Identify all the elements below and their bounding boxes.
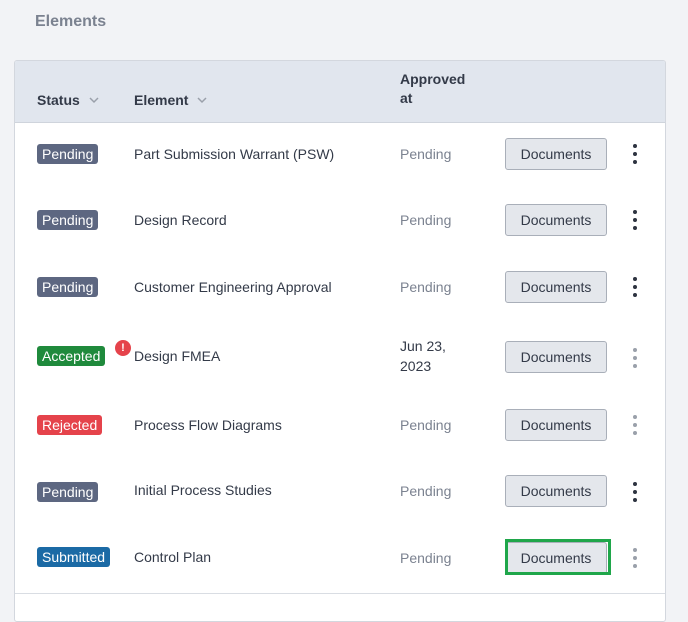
status-badge: Pending <box>37 482 99 502</box>
column-header-status-label: Status <box>37 92 80 108</box>
approved-date-line1: Jun 23, <box>400 338 446 354</box>
column-header-element[interactable]: Element <box>134 92 208 108</box>
kebab-menu-icon[interactable] <box>629 348 641 368</box>
approved-at: Pending <box>400 279 452 295</box>
kebab-menu-icon[interactable] <box>629 210 641 230</box>
status-badge: Pending <box>37 210 99 230</box>
table-row: Pending Part Submission Warrant (PSW) Pe… <box>15 123 665 190</box>
element-name: Control Plan <box>134 549 212 565</box>
table-row: Pending Customer Engineering Approval Pe… <box>15 255 665 323</box>
documents-button[interactable]: Documents <box>505 271 607 303</box>
elements-table: Status Element Approved at Pending Part … <box>14 60 666 622</box>
status-badge: Pending <box>37 144 99 164</box>
status-badge: Rejected <box>37 415 103 435</box>
table-row: Rejected Process Flow Diagrams Pending D… <box>15 394 665 461</box>
documents-button[interactable]: Documents <box>505 409 607 441</box>
exclamation-icon[interactable]: ! <box>115 340 131 356</box>
kebab-menu-icon[interactable] <box>629 482 641 502</box>
table-row: Accepted ! Design FMEA Jun 23, 2023 Docu… <box>15 322 665 395</box>
table-row: Submitted Control Plan Pending Documents <box>15 527 665 594</box>
column-header-approved-line1: Approved <box>400 71 466 87</box>
approved-at: Pending <box>400 550 452 566</box>
status-badge: Accepted <box>37 346 106 366</box>
table-header: Status Element Approved at <box>15 61 665 123</box>
approved-at: Pending <box>400 417 452 433</box>
approved-at: Pending <box>400 146 452 162</box>
approved-at: Pending <box>400 483 452 499</box>
table-row: Pending Design Record Pending Documents <box>15 189 665 256</box>
column-header-approved-at: Approved at <box>400 70 490 108</box>
kebab-menu-icon[interactable] <box>629 277 641 297</box>
element-name: Customer Engineering Approval <box>134 279 332 295</box>
element-name: Process Flow Diagrams <box>134 417 282 433</box>
chevron-down-icon[interactable] <box>196 94 208 106</box>
kebab-menu-icon[interactable] <box>629 548 641 568</box>
documents-button[interactable]: Documents <box>505 341 607 373</box>
status-badge: Submitted <box>37 547 111 567</box>
column-header-status[interactable]: Status <box>37 92 100 108</box>
chevron-down-icon[interactable] <box>88 94 100 106</box>
kebab-menu-icon[interactable] <box>629 144 641 164</box>
table-row: Pending Initial Process Studies Pending … <box>15 460 665 528</box>
approved-at: Jun 23, 2023 <box>400 336 446 376</box>
column-header-approved-line2: at <box>400 90 413 106</box>
column-header-element-label: Element <box>134 92 189 108</box>
kebab-menu-icon[interactable] <box>629 415 641 435</box>
documents-button[interactable]: Documents <box>505 204 607 236</box>
status-badge: Pending <box>37 277 99 297</box>
element-name: Part Submission Warrant (PSW) <box>134 146 335 162</box>
documents-button[interactable]: Documents <box>505 138 607 170</box>
approved-at: Pending <box>400 212 452 228</box>
element-name: Design Record <box>134 212 227 228</box>
element-name: Design FMEA <box>134 348 221 364</box>
element-name: Initial Process Studies <box>134 482 272 498</box>
approved-date-line2: 2023 <box>400 358 432 374</box>
documents-button[interactable]: Documents <box>505 475 607 507</box>
section-title: Elements <box>35 13 107 30</box>
documents-button[interactable]: Documents <box>505 542 607 574</box>
